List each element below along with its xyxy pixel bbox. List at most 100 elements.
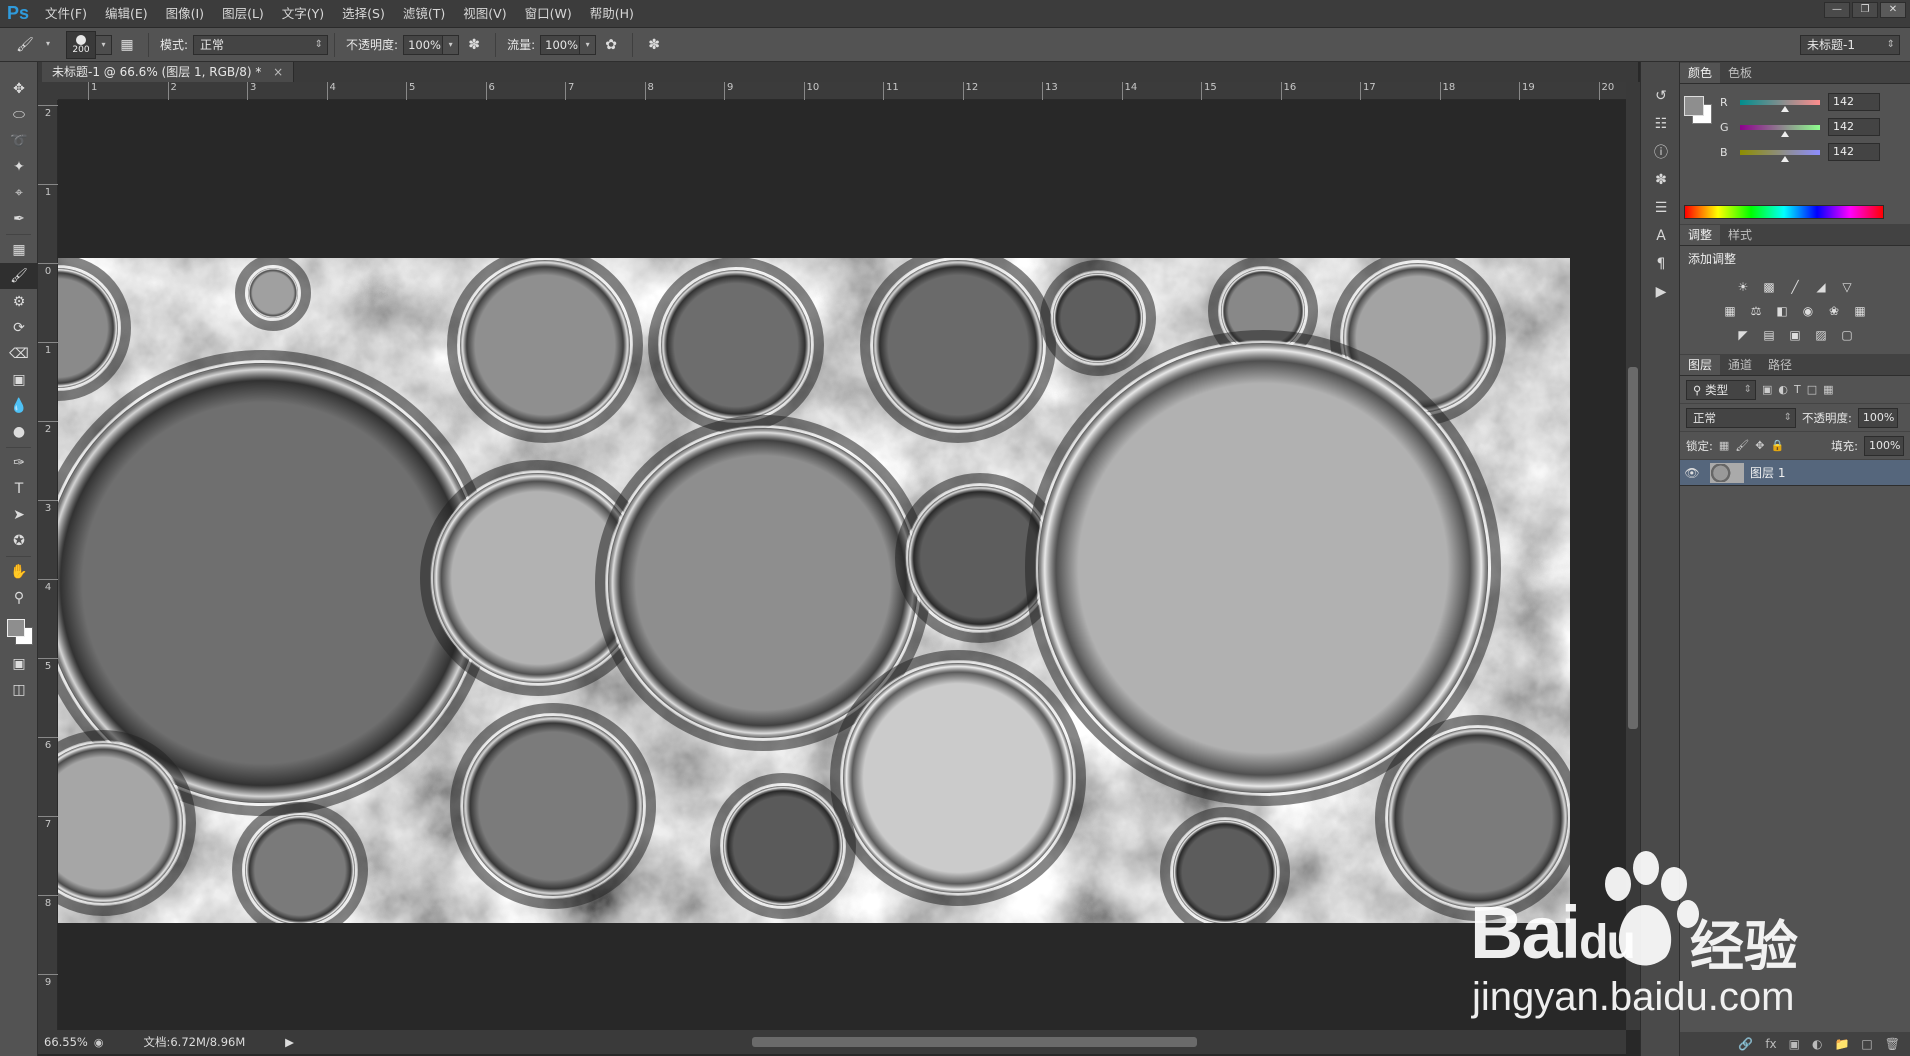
tab-color[interactable]: 颜色 [1680,63,1721,83]
channel-value-input[interactable]: 142 [1828,118,1880,136]
pressure-size-icon[interactable]: ✽ [643,34,665,56]
add-mask-icon[interactable]: ▣ [1789,1037,1800,1051]
selective-color-icon[interactable]: ▢ [1838,327,1856,343]
menu-image[interactable]: 图像(I) [157,0,213,28]
eraser-tool-icon[interactable]: ⌫ [0,341,38,367]
curves-icon[interactable]: ╱ [1786,279,1804,295]
tab-adjustments[interactable]: 调整 [1680,225,1721,245]
channel-value-input[interactable]: 142 [1828,143,1880,161]
menu-file[interactable]: 文件(F) [36,0,96,28]
tab-paths[interactable]: 路径 [1760,355,1800,375]
zoom-tool-icon[interactable]: ⚲ [0,585,38,611]
blur-tool-icon[interactable]: 💧 [0,393,38,419]
brush-picker-dropdown[interactable]: ▾ [96,34,112,55]
history-panel-icon[interactable]: ↺ [1641,82,1681,110]
hue-saturation-icon[interactable]: ▦ [1721,303,1739,319]
channel-slider-knob[interactable] [1780,105,1789,112]
magic-wand-tool-icon[interactable]: ✦ [0,154,38,180]
new-adjustment-icon[interactable]: ◐ [1812,1037,1822,1051]
levels-icon[interactable]: ▩ [1760,279,1778,295]
airbrush-icon[interactable]: ✿ [600,34,622,56]
quick-mask-icon[interactable]: ▣ [0,651,38,677]
channel-slider-track[interactable] [1740,149,1820,162]
lock-all-icon[interactable]: 🔒 [1770,439,1784,452]
lock-position-icon[interactable]: ✥ [1755,439,1764,452]
channel-slider-knob[interactable] [1780,155,1789,162]
tab-channels[interactable]: 通道 [1720,355,1760,375]
dodge-tool-icon[interactable]: ● [0,419,38,445]
close-document-icon[interactable]: × [273,65,283,79]
flow-input[interactable]: 100% [540,34,581,55]
filter-shape-icon[interactable]: □ [1807,383,1817,396]
color-lookup-icon[interactable]: ▦ [1851,303,1869,319]
menu-edit[interactable]: 编辑(E) [96,0,157,28]
fill-input[interactable]: 100% [1864,435,1904,456]
tool-presets-panel-icon[interactable]: ☰ [1641,194,1681,222]
vertical-scrollbar[interactable] [1626,82,1640,1030]
status-info-icon[interactable]: ◉ [94,1036,104,1049]
history-brush-tool-icon[interactable]: ⟳ [0,315,38,341]
brightness-contrast-icon[interactable]: ☀ [1734,279,1752,295]
menu-select[interactable]: 选择(S) [333,0,394,28]
posterize-icon[interactable]: ▤ [1760,327,1778,343]
pen-tool-icon[interactable]: ✑ [0,450,38,476]
menu-window[interactable]: 窗口(W) [516,0,581,28]
color-balance-icon[interactable]: ⚖ [1747,303,1765,319]
foreground-color-swatch[interactable] [7,619,25,637]
ruler-origin[interactable] [38,82,58,100]
layer-filter-kind-select[interactable]: ⚲ 类型 [1686,379,1756,400]
layer-style-fx-icon[interactable]: fx [1765,1037,1776,1051]
healing-brush-tool-icon[interactable]: ▦ [0,237,38,263]
opacity-input[interactable]: 100% [403,34,444,55]
info-panel-icon[interactable]: ⓘ [1641,138,1681,166]
tab-styles[interactable]: 样式 [1720,225,1760,245]
channel-slider-track[interactable] [1740,99,1820,112]
status-menu-arrow-icon[interactable]: ▶ [285,1035,294,1049]
layer-opacity-input[interactable]: 100% [1857,407,1898,428]
layer-row[interactable]: 👁 图层 1 [1680,460,1910,486]
zoom-level[interactable]: 66.55% [38,1035,94,1049]
visibility-eye-icon[interactable]: 👁 [1680,466,1704,480]
brush-tool-icon[interactable]: 🖌 [0,263,38,289]
hand-tool-icon[interactable]: ✋ [0,559,38,585]
horizontal-scrollbar[interactable] [300,1030,1626,1054]
strip-grip[interactable] [1641,62,1679,82]
tab-layers[interactable]: 图层 [1680,355,1721,375]
menu-type[interactable]: 文字(Y) [273,0,333,28]
horizontal-scroll-thumb[interactable] [752,1037,1197,1047]
photo-filter-icon[interactable]: ◉ [1799,303,1817,319]
move-tool-icon[interactable]: ✥ [0,76,38,102]
filter-adjustment-icon[interactable]: ◐ [1778,383,1788,396]
brush-panel-toggle-icon[interactable]: ▦ [116,34,138,56]
mode-select[interactable]: 正常 [193,34,329,55]
horizontal-ruler[interactable]: 1 2 3 4 5 6 7 8 9 10 11 12 13 14 15 16 17 18 19 20 [58,82,1626,100]
path-selection-tool-icon[interactable]: ➤ [0,502,38,528]
lasso-tool-icon[interactable]: ➰ [0,128,38,154]
panel-foreground-swatch[interactable] [1684,96,1704,116]
channel-slider-track[interactable] [1740,124,1820,137]
tab-swatches[interactable]: 色板 [1720,63,1760,83]
shape-tool-icon[interactable]: ✪ [0,528,38,554]
actions-panel-icon[interactable]: ▶ [1641,278,1681,306]
paragraph-panel-icon[interactable]: ¶ [1641,250,1681,278]
channel-slider-knob[interactable] [1780,130,1789,137]
type-tool-icon[interactable]: T [0,476,38,502]
canvas-area[interactable] [58,100,1626,1030]
character-panel-icon[interactable]: A [1641,222,1681,250]
invert-icon[interactable]: ◤ [1734,327,1752,343]
new-group-icon[interactable]: 📁 [1834,1037,1849,1051]
exposure-icon[interactable]: ◢ [1812,279,1830,295]
tool-preset-dropdown[interactable]: ▾ [40,35,56,55]
document-tab[interactable]: 未标题-1 @ 66.6% (图层 1, RGB/8) * × [42,62,295,82]
vibrance-icon[interactable]: ▽ [1838,279,1856,295]
color-spectrum-bar[interactable] [1684,205,1884,219]
brush-presets-panel-icon[interactable]: ✽ [1641,166,1681,194]
new-layer-icon[interactable]: □ [1861,1037,1872,1051]
minimize-icon[interactable]: — [1824,2,1850,18]
filter-type-icon[interactable]: T [1794,383,1801,396]
blend-mode-select[interactable]: 正常 [1686,407,1796,428]
vertical-ruler[interactable]: 2 1 0 1 2 3 4 5 6 7 8 9 [38,100,58,1030]
flow-slider-dropdown[interactable]: ▾ [580,34,597,55]
filter-smart-object-icon[interactable]: ▦ [1823,383,1833,396]
channel-value-input[interactable]: 142 [1828,93,1880,111]
